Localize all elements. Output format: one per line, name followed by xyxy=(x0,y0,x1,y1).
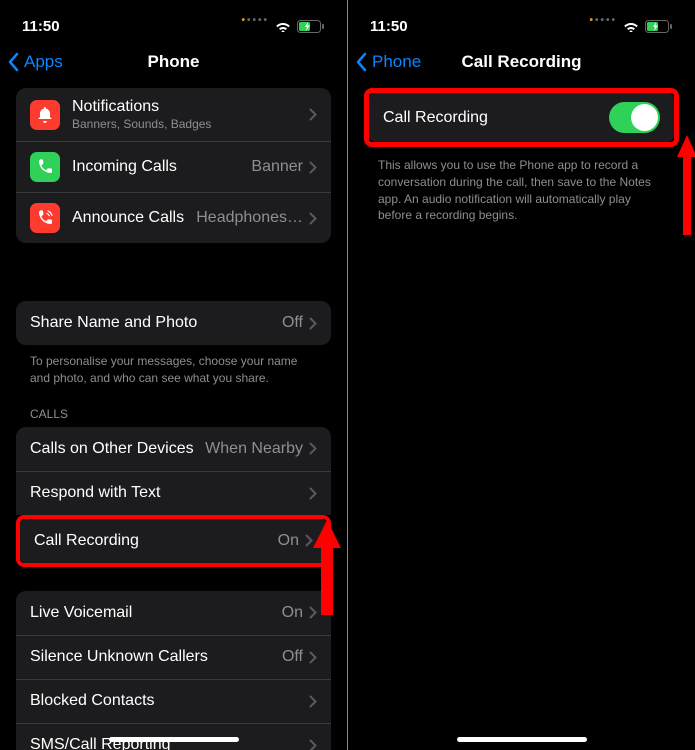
group-share-name: Share Name and Photo Off xyxy=(16,301,331,345)
notifications-icon xyxy=(30,100,60,130)
row-title: Blocked Contacts xyxy=(30,692,309,710)
row-value: When Nearby xyxy=(205,440,303,458)
status-bar: 11:50 ••••• xyxy=(348,0,695,40)
chevron-right-icon xyxy=(309,739,317,750)
row-title: Silence Unknown Callers xyxy=(30,648,282,666)
annotation-highlight-toggle: Call Recording xyxy=(364,88,679,147)
status-time: 11:50 xyxy=(370,18,408,35)
row-respond-with-text[interactable]: Respond with Text xyxy=(16,471,331,515)
nav-bar: Phone Call Recording xyxy=(348,40,695,84)
back-label: Phone xyxy=(372,52,421,72)
row-value: Off xyxy=(282,314,303,332)
annotation-arrow xyxy=(677,135,695,235)
back-button-apps[interactable]: Apps xyxy=(8,52,63,72)
row-calls-other-devices[interactable]: Calls on Other Devices When Nearby xyxy=(16,427,331,471)
group-notifications: Notifications Banners, Sounds, Badges In… xyxy=(16,88,331,243)
status-right: ••••• xyxy=(241,20,325,33)
announce-calls-icon xyxy=(30,203,60,233)
row-value: Off xyxy=(282,648,303,666)
group-calls-top: Calls on Other Devices When Nearby Respo… xyxy=(16,427,331,515)
toggle-call-recording[interactable] xyxy=(609,102,660,133)
row-value: On xyxy=(282,604,303,622)
chevron-right-icon xyxy=(309,108,317,121)
row-share-name[interactable]: Share Name and Photo Off xyxy=(16,301,331,345)
row-silence-unknown[interactable]: Silence Unknown Callers Off xyxy=(16,635,331,679)
chevron-right-icon xyxy=(309,442,317,455)
chevron-right-icon xyxy=(309,651,317,664)
row-live-voicemail[interactable]: Live Voicemail On xyxy=(16,591,331,635)
recording-indicator-dots: ••••• xyxy=(589,15,617,26)
home-indicator[interactable] xyxy=(457,737,587,742)
row-value: Banner xyxy=(251,158,303,176)
status-time: 11:50 xyxy=(22,18,60,35)
chevron-right-icon xyxy=(305,534,313,547)
back-button-phone[interactable]: Phone xyxy=(356,52,421,72)
wifi-icon xyxy=(623,20,639,32)
toggle-knob xyxy=(631,104,658,131)
row-title: Incoming Calls xyxy=(72,158,251,176)
row-title: Call Recording xyxy=(34,532,278,550)
row-incoming-calls[interactable]: Incoming Calls Banner xyxy=(16,141,331,192)
row-notifications[interactable]: Notifications Banners, Sounds, Badges xyxy=(16,88,331,141)
row-title: Call Recording xyxy=(383,109,609,127)
chevron-right-icon xyxy=(309,317,317,330)
row-text: Notifications Banners, Sounds, Badges xyxy=(72,98,309,131)
chevron-right-icon xyxy=(309,695,317,708)
content-scroll[interactable]: Call Recording This allows you to use th… xyxy=(348,84,695,750)
row-title: Calls on Other Devices xyxy=(30,440,205,458)
screen-phone-settings: 11:50 ••••• Apps Phone Notifications Ban… xyxy=(0,0,347,750)
chevron-left-icon xyxy=(8,52,20,72)
row-call-recording-toggle[interactable]: Call Recording xyxy=(369,93,674,142)
chevron-right-icon xyxy=(309,161,317,174)
call-recording-footer: This allows you to use the Phone app to … xyxy=(348,157,695,238)
group-calls-bottom: Live Voicemail On Silence Unknown Caller… xyxy=(16,591,331,750)
chevron-right-icon xyxy=(309,212,317,225)
annotation-arrow xyxy=(313,520,341,615)
chevron-left-icon xyxy=(356,52,368,72)
row-title: Notifications xyxy=(72,98,309,116)
battery-charging-icon xyxy=(297,20,325,33)
row-title: Live Voicemail xyxy=(30,604,282,622)
home-indicator[interactable] xyxy=(109,737,239,742)
row-blocked-contacts[interactable]: Blocked Contacts xyxy=(16,679,331,723)
row-call-recording[interactable]: Call Recording On xyxy=(20,519,327,563)
wifi-icon xyxy=(275,20,291,32)
row-value: On xyxy=(278,532,299,550)
status-right: ••••• xyxy=(589,20,673,33)
nav-bar: Apps Phone xyxy=(0,40,347,84)
row-title: Respond with Text xyxy=(30,484,309,502)
row-title: Announce Calls xyxy=(72,209,196,227)
row-value: Headphones… xyxy=(196,209,303,227)
battery-charging-icon xyxy=(645,20,673,33)
screen-call-recording: 11:50 ••••• Phone Call Recording Call Re… xyxy=(348,0,695,750)
share-name-footer: To personalise your messages, choose you… xyxy=(0,353,347,401)
recording-indicator-dots: ••••• xyxy=(241,15,269,26)
row-title: Share Name and Photo xyxy=(30,314,282,332)
chevron-right-icon xyxy=(309,487,317,500)
back-label: Apps xyxy=(24,52,63,72)
content-scroll[interactable]: Notifications Banners, Sounds, Badges In… xyxy=(0,84,347,750)
calls-section-header: CALLS xyxy=(0,401,347,427)
annotation-highlight-call-recording: Call Recording On xyxy=(16,515,331,567)
incoming-calls-icon xyxy=(30,152,60,182)
status-bar: 11:50 ••••• xyxy=(0,0,347,40)
row-announce-calls[interactable]: Announce Calls Headphones… xyxy=(16,192,331,243)
row-subtitle: Banners, Sounds, Badges xyxy=(72,117,309,131)
